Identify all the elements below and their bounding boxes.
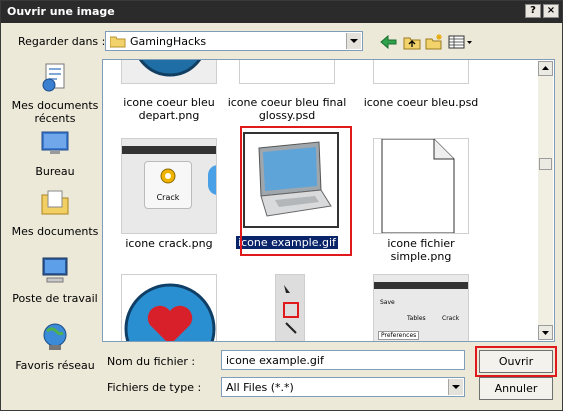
network-places-icon [43, 323, 67, 350]
file-thumbnail[interactable] [275, 274, 305, 341]
gear-icon [160, 168, 176, 184]
file-thumbnail[interactable] [121, 274, 217, 341]
recent-documents-icon [42, 63, 65, 92]
filetype-value: All Files (*.*) [226, 381, 294, 394]
place-my-documents[interactable]: Mes documents [9, 187, 101, 238]
place-label: Favoris réseau [15, 359, 95, 372]
file-name[interactable]: icone coeur bleu final glossy.psd [222, 96, 352, 122]
blank-file-icon [381, 139, 455, 233]
thumb-partial-icon [208, 165, 216, 195]
place-label: Mes documents [11, 225, 99, 238]
back-arrow-icon[interactable] [379, 33, 399, 51]
filename-value: icone example.gif [226, 354, 324, 367]
open-image-dialog: Ouvrir une image ? × Regarder dans : Gam… [0, 0, 563, 411]
file-thumbnail[interactable] [373, 138, 469, 234]
file-thumbnail[interactable]: Save Tables Crack Preferences [373, 274, 469, 341]
highlight-annotation [240, 126, 352, 256]
thumb-toolbar [374, 282, 468, 289]
up-folder-icon[interactable] [402, 33, 422, 51]
place-desktop[interactable]: Bureau [9, 127, 101, 178]
view-menu-icon[interactable] [447, 33, 473, 51]
file-thumbnail[interactable] [239, 60, 335, 84]
chevron-down-icon [542, 331, 549, 335]
file-list-pane[interactable]: icone coeur bleu depart.png icone coeur … [102, 59, 555, 342]
places-bar: Mes documents récents Bureau Mes documen… [9, 59, 99, 374]
place-label: Poste de travail [12, 292, 98, 305]
heart-icon [138, 60, 202, 77]
scroll-up-button[interactable] [538, 61, 553, 76]
cancel-button[interactable]: Annuler [479, 377, 553, 400]
heart-icon [124, 283, 216, 341]
thumb-label-save: Save [380, 299, 395, 306]
file-name[interactable]: icone coeur bleu depart.png [104, 96, 234, 122]
file-thumbnail[interactable] [373, 60, 469, 84]
lookin-label: Regarder dans : [18, 35, 106, 48]
file-name[interactable]: icone fichier simple.png [356, 237, 486, 263]
chevron-up-icon [542, 66, 549, 70]
thumb-label-tables: Tables [407, 315, 426, 322]
lookin-value: GamingHacks [130, 35, 207, 48]
file-thumbnail[interactable]: Crack [121, 138, 217, 234]
my-documents-icon [41, 190, 69, 215]
file-name[interactable]: icone coeur bleu.psd [356, 96, 486, 109]
file-thumbnail[interactable] [121, 60, 217, 84]
place-my-computer[interactable]: Poste de travail [9, 254, 101, 305]
place-recent-documents[interactable]: Mes documents récents [9, 61, 101, 125]
close-button[interactable]: × [543, 4, 559, 18]
desktop-icon [41, 131, 69, 154]
scroll-down-button[interactable] [538, 325, 553, 340]
thumb-label-preferences: Preferences [378, 331, 420, 340]
window-title: Ouvrir une image [7, 5, 115, 18]
new-folder-icon[interactable] [424, 33, 444, 51]
place-label: Bureau [35, 165, 75, 178]
thumb-label-crack: Crack [442, 315, 460, 322]
crack-tile: Crack [144, 161, 192, 209]
filename-field[interactable]: icone example.gif [221, 350, 465, 370]
chevron-down-icon[interactable] [448, 379, 463, 395]
crack-label: Crack [156, 193, 180, 202]
tool-palette-icon [283, 285, 299, 334]
chevron-down-icon[interactable] [346, 33, 361, 49]
vertical-scrollbar[interactable] [538, 61, 553, 340]
file-name[interactable]: icone crack.png [104, 237, 234, 250]
filetype-dropdown[interactable]: All Files (*.*) [221, 377, 465, 397]
place-network-places[interactable]: Favoris réseau [9, 321, 101, 372]
filename-label: Nom du fichier : [107, 355, 196, 368]
open-highlight-annotation [475, 346, 557, 377]
thumb-toolbar [122, 146, 216, 154]
title-bar: Ouvrir une image ? × [1, 1, 562, 23]
lookin-dropdown[interactable]: GamingHacks [105, 31, 363, 51]
filetype-label: Fichiers de type : [107, 381, 202, 394]
my-computer-icon [42, 257, 68, 283]
help-button[interactable]: ? [525, 4, 541, 18]
folder-icon [110, 36, 126, 48]
scroll-thumb[interactable] [539, 158, 552, 170]
place-label: Mes documents récents [11, 99, 99, 125]
